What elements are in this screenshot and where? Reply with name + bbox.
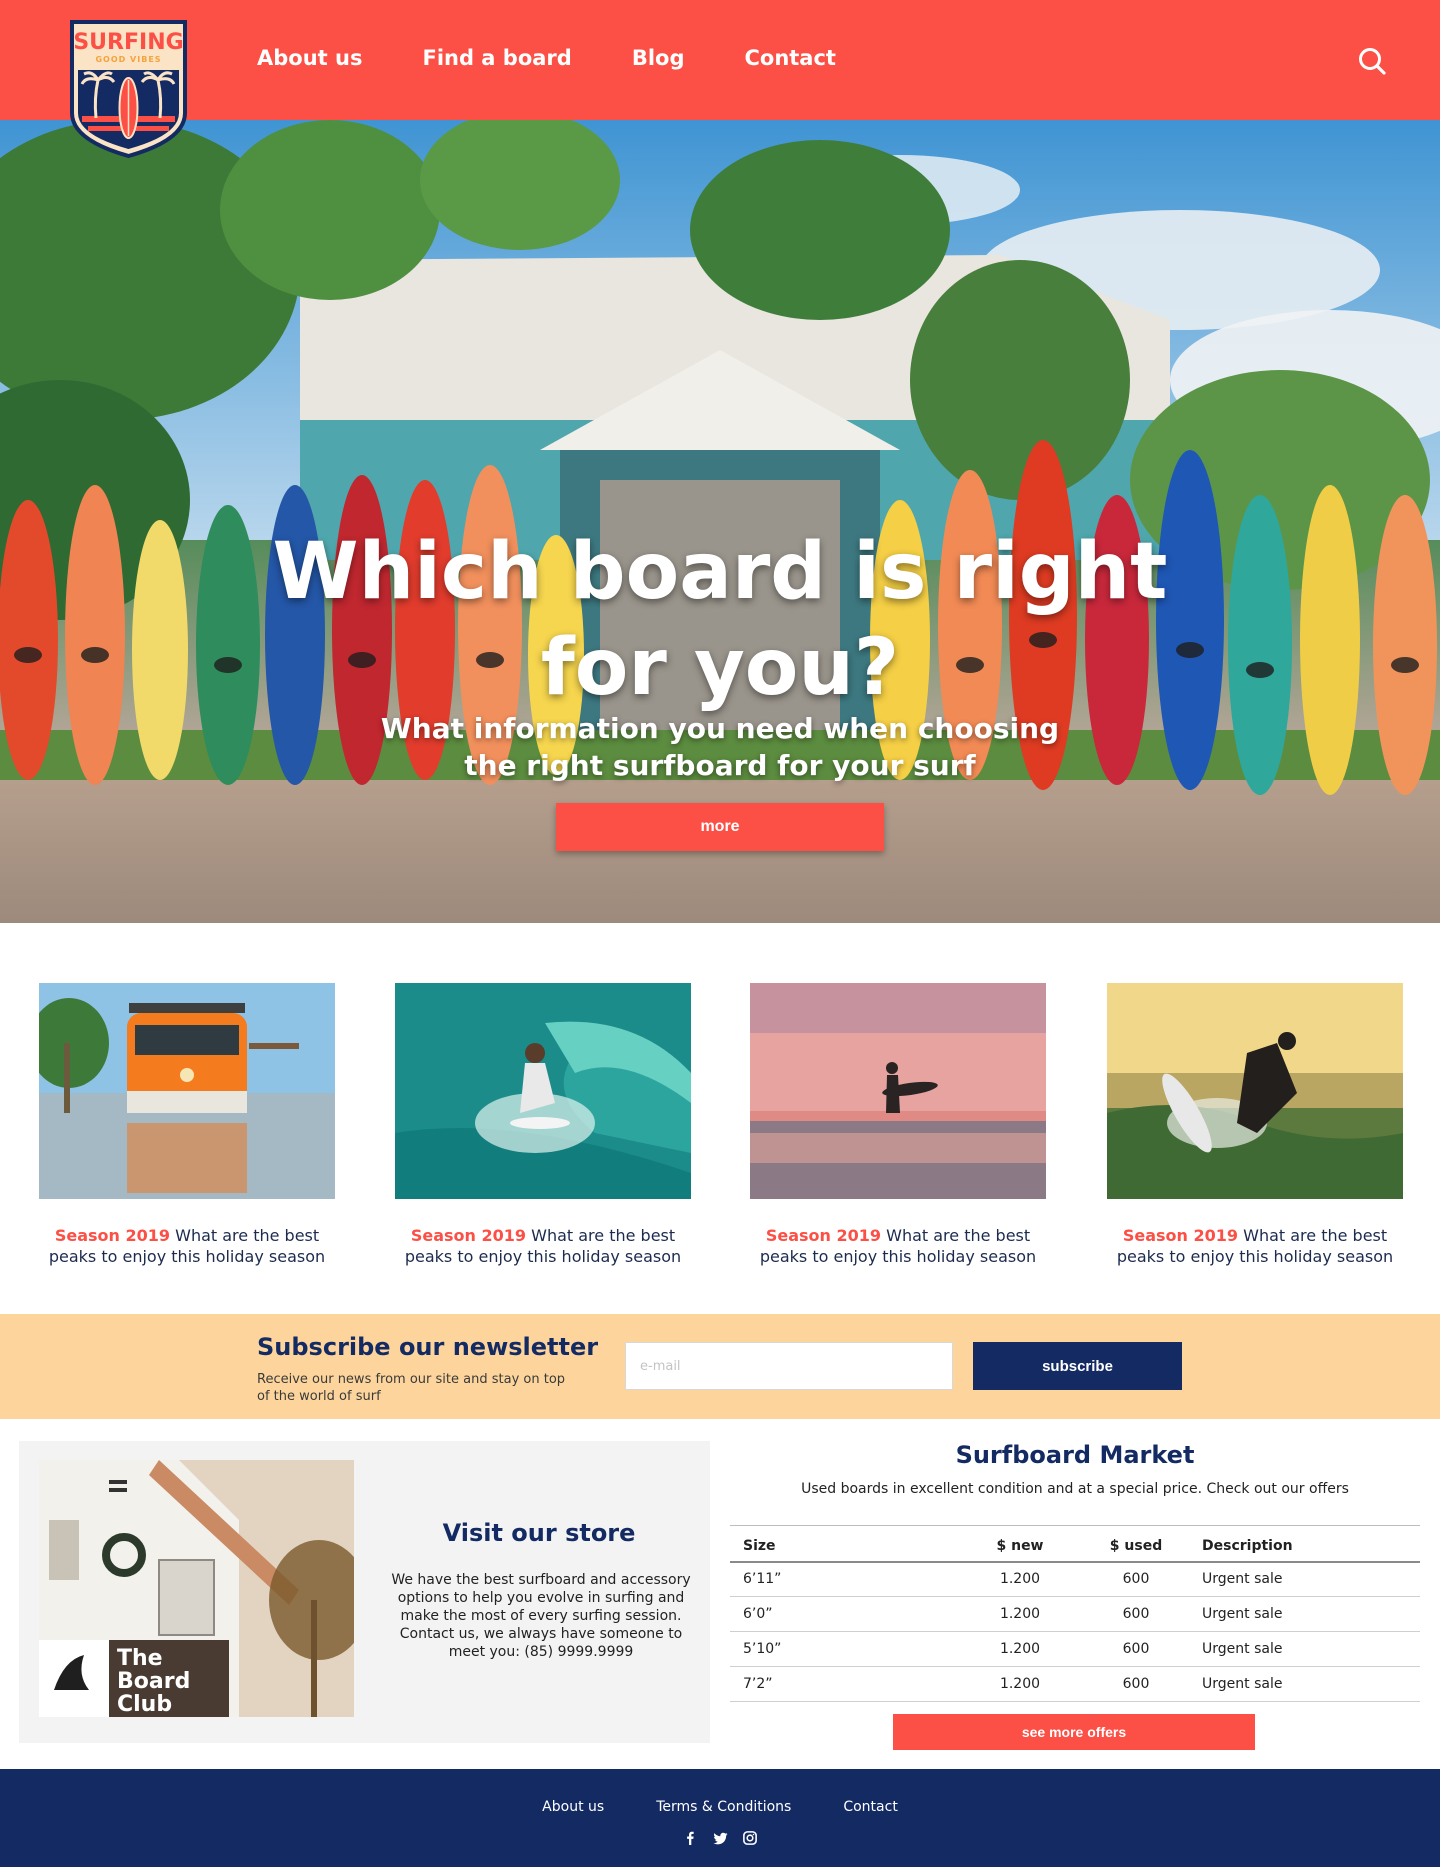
cell-size: 7’2” bbox=[730, 1666, 962, 1702]
blog-card[interactable]: Season 2019 What are the best peaks to e… bbox=[395, 983, 691, 1267]
market-subtitle: Used boards in excellent condition and a… bbox=[801, 1481, 1349, 1497]
social-links bbox=[0, 1830, 1440, 1846]
facebook-icon[interactable] bbox=[682, 1830, 698, 1846]
cell-size: 6’0” bbox=[730, 1596, 962, 1632]
cell-description: Urgent sale bbox=[1194, 1596, 1420, 1632]
site-header: SURFING GOOD VIBES About us Find a board… bbox=[0, 0, 1440, 159]
nav-contact[interactable]: Contact bbox=[744, 46, 836, 70]
hero-section: Which board is right for you? What infor… bbox=[0, 120, 1440, 923]
twitter-icon[interactable] bbox=[712, 1830, 728, 1846]
cell-used-price: 600 bbox=[1078, 1631, 1194, 1667]
see-more-offers-button[interactable]: see more offers bbox=[893, 1714, 1255, 1750]
logo-text: SURFING bbox=[73, 30, 184, 55]
nav-blog[interactable]: Blog bbox=[632, 46, 685, 70]
card-image-sunset-surfer[interactable] bbox=[750, 983, 1046, 1199]
column-header-description: Description bbox=[1194, 1525, 1420, 1563]
footer-link-terms[interactable]: Terms & Conditions bbox=[656, 1799, 791, 1815]
svg-text:The: The bbox=[117, 1646, 163, 1671]
nav-about-us[interactable]: About us bbox=[257, 46, 362, 70]
footer-links: About us Terms & Conditions Contact bbox=[0, 1799, 1440, 1815]
newsletter-description: Receive our news from our site and stay … bbox=[257, 1372, 566, 1404]
newsletter-title: Subscribe our newsletter bbox=[257, 1333, 599, 1361]
nav-find-a-board[interactable]: Find a board bbox=[422, 46, 571, 70]
cell-size: 5’10” bbox=[730, 1631, 962, 1667]
cell-description: Urgent sale bbox=[1194, 1561, 1420, 1597]
instagram-icon[interactable] bbox=[742, 1830, 758, 1846]
blog-card[interactable]: Season 2019 What are the best peaks to e… bbox=[1107, 983, 1403, 1267]
cell-used-price: 600 bbox=[1078, 1666, 1194, 1702]
blog-card[interactable]: Season 2019 What are the best peaks to e… bbox=[39, 983, 335, 1267]
store-description: We have the best surfboard and accessory… bbox=[391, 1572, 691, 1660]
cell-used-price: 600 bbox=[1078, 1596, 1194, 1632]
cell-new-price: 1.200 bbox=[962, 1631, 1078, 1667]
card-image-surfer-tube[interactable] bbox=[395, 983, 691, 1199]
logo-tagline: GOOD VIBES bbox=[95, 55, 162, 64]
card-caption: Season 2019 What are the best peaks to e… bbox=[39, 1225, 335, 1267]
cell-new-price: 1.200 bbox=[962, 1561, 1078, 1597]
cell-size: 6’11” bbox=[730, 1561, 962, 1597]
store-title: Visit our store bbox=[442, 1519, 636, 1547]
market-table: Size $ new $ used Description 6’11” 1.20… bbox=[730, 1525, 1420, 1702]
cell-description: Urgent sale bbox=[1194, 1631, 1420, 1667]
cell-description: Urgent sale bbox=[1194, 1666, 1420, 1702]
blog-cards: Season 2019 What are the best peaks to e… bbox=[0, 983, 1440, 1273]
card-image-carving-surfer[interactable] bbox=[1107, 983, 1403, 1199]
table-row: 7’2” 1.200 600 Urgent sale bbox=[730, 1666, 1420, 1702]
column-header-size: Size bbox=[730, 1525, 962, 1563]
card-season: Season 2019 bbox=[410, 1226, 527, 1245]
cell-new-price: 1.200 bbox=[962, 1666, 1078, 1702]
footer-link-contact[interactable]: Contact bbox=[843, 1799, 897, 1815]
table-row: 6’11” 1.200 600 Urgent sale bbox=[730, 1561, 1420, 1597]
cell-new-price: 1.200 bbox=[962, 1596, 1078, 1632]
hero-subtitle: What information you need when choosing … bbox=[380, 712, 1060, 782]
surfboard-market-section: Surfboard Market Used boards in excellen… bbox=[730, 1441, 1420, 1761]
market-title: Surfboard Market bbox=[955, 1441, 1195, 1469]
main-nav: About us Find a board Blog Contact bbox=[257, 46, 836, 70]
search-icon[interactable] bbox=[1357, 46, 1387, 76]
footer-link-about-us[interactable]: About us bbox=[542, 1799, 604, 1815]
cell-used-price: 600 bbox=[1078, 1561, 1194, 1597]
table-header-row: Size $ new $ used Description bbox=[730, 1525, 1420, 1563]
table-row: 5’10” 1.200 600 Urgent sale bbox=[730, 1631, 1420, 1667]
card-caption: Season 2019 What are the best peaks to e… bbox=[395, 1225, 691, 1267]
card-season: Season 2019 bbox=[765, 1226, 882, 1245]
surfing-logo[interactable]: SURFING GOOD VIBES bbox=[68, 18, 189, 160]
svg-text:Board: Board bbox=[117, 1669, 190, 1694]
subscribe-button[interactable]: subscribe bbox=[973, 1342, 1182, 1390]
more-button[interactable]: more bbox=[556, 803, 884, 851]
card-image-orange-van[interactable] bbox=[39, 983, 335, 1199]
column-header-new-price: $ new bbox=[962, 1525, 1078, 1563]
card-season: Season 2019 bbox=[1122, 1226, 1239, 1245]
hero-title: Which board is right for you? bbox=[272, 527, 1168, 713]
column-header-used-price: $ used bbox=[1078, 1525, 1194, 1563]
svg-text:Club: Club bbox=[117, 1692, 172, 1717]
card-caption: Season 2019 What are the best peaks to e… bbox=[1107, 1225, 1403, 1267]
store-photo: The Board Club bbox=[39, 1460, 354, 1717]
card-caption: Season 2019 What are the best peaks to e… bbox=[750, 1225, 1046, 1267]
visit-store-section: The Board Club Visit our store We have t… bbox=[19, 1441, 710, 1743]
table-row: 6’0” 1.200 600 Urgent sale bbox=[730, 1596, 1420, 1632]
blog-card[interactable]: Season 2019 What are the best peaks to e… bbox=[750, 983, 1046, 1267]
newsletter-section: Subscribe our newsletter Receive our new… bbox=[0, 1314, 1440, 1419]
site-footer: About us Terms & Conditions Contact bbox=[0, 1769, 1440, 1867]
card-season: Season 2019 bbox=[54, 1226, 171, 1245]
email-field[interactable] bbox=[625, 1342, 953, 1390]
